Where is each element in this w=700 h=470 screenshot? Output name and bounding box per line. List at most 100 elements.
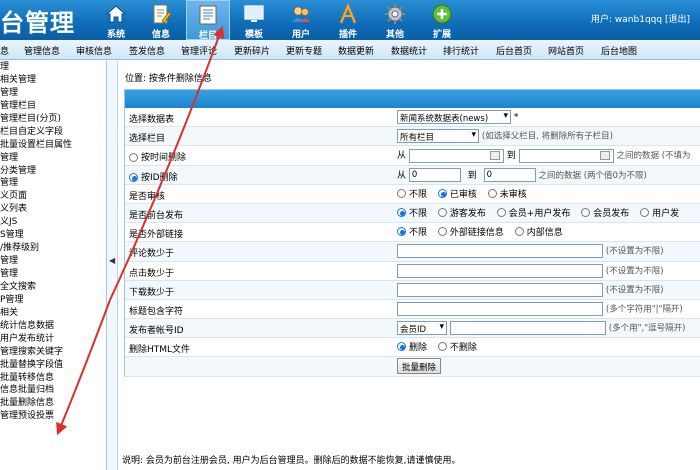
sidebar-item[interactable]: 管理 [0,177,106,190]
audit-radio-pending[interactable] [487,188,497,198]
sidebar-menu: 理 相关管理 管理 管理栏目 管理栏目(分页) 栏目自定义字段 批量设置栏目属性… [0,61,107,470]
link-radio-internal[interactable] [514,227,524,237]
calendar-icon[interactable] [599,151,610,161]
sidebar-item[interactable]: 分类管理 [0,165,106,178]
batch-delete-button[interactable]: 批量删除 [397,358,442,375]
front-radio-member-user[interactable] [496,207,506,217]
radio-label: 会员发布 [593,208,630,219]
radio-label: 会员+用户发布 [508,208,571,219]
form-row-submit: 批量删除 [125,357,700,377]
sidebar-item[interactable]: 义页面 [0,190,106,203]
sidebar-item-batch-delete[interactable]: 批量删除信息 [0,397,106,410]
sidebar-item[interactable]: 管理 [0,255,106,268]
sidebar-item[interactable]: 批量转移信息 [0,372,106,385]
calendar-icon[interactable] [489,151,500,161]
by-id-radio[interactable] [129,172,138,182]
menu-item[interactable]: 数据更新 [338,44,374,57]
front-radio-member[interactable] [581,207,591,217]
link-radio-external[interactable] [437,227,447,237]
sidebar-item[interactable]: 管理 [0,87,106,100]
logout-link[interactable]: [退出] [665,15,690,25]
nav-template[interactable]: 模板 [232,0,276,40]
sidebar-item[interactable]: 批量替换字段值 [0,359,106,372]
nav-plugins[interactable]: 插件 [326,0,370,40]
sidebar-item[interactable]: 信息批量归档 [0,384,106,397]
sidebar-item[interactable]: 义JS [0,216,106,229]
front-radio-any[interactable] [397,207,406,217]
field-label: 是否外部链接 [129,230,184,241]
menu-item[interactable]: 审核信息 [76,44,112,57]
menu-item[interactable]: 后台首页 [496,44,532,57]
field-label: 是否前台发布 [129,210,184,221]
sidebar-item[interactable]: /推荐级别 [0,242,106,255]
sidebar-item[interactable]: 管理预设投票 [0,410,106,423]
sidebar-item[interactable]: 管理 [0,268,106,281]
comments-input[interactable] [397,244,603,259]
field-label: 是否审核 [129,191,166,202]
form-row-comments: 评论数少于 (不设置为不限) [125,242,700,262]
nav-columns[interactable]: 栏目 [186,0,230,41]
nav-label: 其他 [385,30,404,40]
menu-item[interactable]: 更新碎片 [234,44,270,57]
field-hint: (不设置为不限) [605,266,664,276]
sidebar-item[interactable]: 全文搜索 [0,281,106,294]
sidebar-item[interactable]: 统计信息数据 [0,320,106,333]
html-radio-delete[interactable] [397,342,406,352]
audit-radio-approved[interactable] [437,188,447,198]
audit-radio-any[interactable] [397,188,406,198]
menu-item[interactable]: 更新专题 [286,44,322,57]
column-select[interactable]: 所有栏目 [397,129,479,144]
sidebar-toggle[interactable]: ◀ [107,61,118,470]
sidebar-item[interactable]: 理 [0,61,106,74]
sidebar-item[interactable]: 管理 [0,152,106,165]
field-label: 下载数少于 [129,287,175,298]
clicks-input[interactable] [397,263,603,278]
sidebar-item[interactable]: 栏目自定义字段 [0,126,106,139]
html-radio-keep[interactable] [437,342,447,352]
sidebar-item[interactable]: S管理 [0,229,106,242]
menu-item[interactable]: 签发信息 [129,44,165,57]
menu-item[interactable]: 管理评论 [181,44,217,57]
sidebar-item[interactable]: 用户发布统计 [0,333,106,346]
sidebar-item[interactable]: 管理栏目 [0,100,106,113]
plus-icon [432,4,452,24]
sidebar-item[interactable]: 管理搜索关键字 [0,346,106,359]
nav-system[interactable]: 系统 [94,0,138,40]
id-to-input[interactable]: 0 [483,168,536,183]
radio-label: 不限 [409,208,428,219]
menu-item[interactable]: 管理信息 [24,44,60,57]
field-hint: 之间的数据 (两个值0为不限) [538,170,647,181]
menu-item[interactable]: 后台地图 [601,44,637,57]
id-from-input[interactable]: 0 [408,168,461,183]
sidebar-item[interactable]: 管理栏目(分页) [0,113,106,126]
nav-other[interactable]: 其他 [373,0,417,40]
data-table-select[interactable]: 新闻系统数据表(news) [397,110,511,124]
downloads-input[interactable] [397,282,603,297]
title-contains-input[interactable] [397,301,603,316]
link-radio-any[interactable] [397,227,406,237]
publisher-id-input[interactable] [449,321,606,336]
front-radio-guest[interactable] [437,207,447,217]
nav-extend[interactable]: 扩展 [420,0,464,40]
form-row-front: 是否前台发布 不限 游客发布 会员+用户发布 会员发布 用户发 [125,203,700,224]
sidebar-item[interactable]: 相关 [0,307,106,320]
sidebar-item[interactable]: P管理 [0,294,106,307]
nav-users[interactable]: 用户 [279,0,323,40]
menu-item[interactable]: 数据统计 [391,44,427,57]
publisher-type-select[interactable]: 会员ID [397,321,447,336]
from-label: 从 [397,151,407,162]
field-hint: (多个用","逗号隔开) [608,323,686,334]
menu-item[interactable]: 息 [0,44,9,57]
field-label: 选择数据表 [129,115,175,125]
sidebar-item[interactable]: 批量设置栏目属性 [0,139,106,152]
by-time-radio[interactable] [129,153,138,163]
front-radio-user[interactable] [640,207,650,217]
menu-item[interactable]: 网站首页 [548,44,584,57]
form-row-link: 是否外部链接 不限 外部链接信息 内部信息 [125,223,700,243]
sidebar-item[interactable]: 义列表 [0,203,106,216]
required-star: * [513,112,519,123]
sidebar-item[interactable]: 相关管理 [0,74,106,87]
menu-item[interactable]: 排行统计 [443,44,479,57]
delete-form-table: 选择数据表 新闻系统数据表(news) * 选择栏目 所有栏目 (如选择父栏目,… [124,89,700,377]
nav-info[interactable]: 信息 [139,0,183,40]
